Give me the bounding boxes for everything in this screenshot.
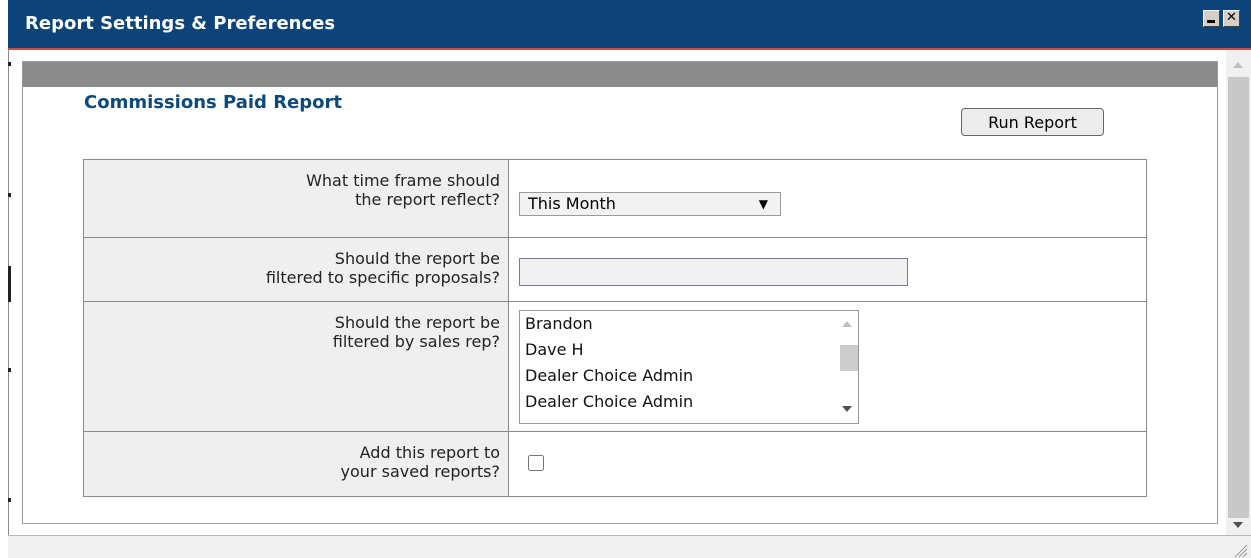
window-title-bar: Report Settings & Preferences ✕ — [8, 0, 1251, 48]
form-row-proposals: Should the report be filtered to specifi… — [83, 237, 1147, 302]
scroll-down-arrow-icon[interactable] — [842, 406, 852, 412]
edge-mark — [8, 193, 11, 197]
sales-rep-option[interactable]: Dave H — [520, 337, 858, 363]
window-status-bar — [8, 535, 1251, 558]
window-left-border — [8, 50, 9, 558]
edge-mark — [8, 498, 11, 502]
proposals-label: Should the report be filtered to specifi… — [265, 249, 500, 287]
sales-rep-label-cell: Should the report be filtered by sales r… — [83, 301, 509, 432]
sales-rep-option[interactable]: Dealer Choice Admin — [520, 389, 858, 415]
form-row-sales-rep: Should the report be filtered by sales r… — [83, 301, 1147, 432]
edge-mark — [8, 62, 11, 66]
sales-rep-label: Should the report be filtered by sales r… — [332, 313, 500, 351]
window-scrollbar[interactable] — [1226, 50, 1251, 535]
close-icon[interactable]: ✕ — [1223, 10, 1240, 27]
proposals-control-cell — [508, 237, 1147, 302]
save-label-cell: Add this report to your saved reports? — [83, 431, 509, 497]
form-row-save: Add this report to your saved reports? — [83, 431, 1147, 497]
scroll-up-arrow-icon[interactable] — [1233, 62, 1243, 68]
title-accent-line — [8, 48, 1251, 50]
save-report-checkbox[interactable] — [528, 455, 544, 471]
proposals-filter-input[interactable] — [519, 258, 908, 286]
time-frame-label: What time frame should the report reflec… — [306, 171, 500, 209]
run-report-button[interactable]: Run Report — [961, 108, 1104, 136]
save-control-cell — [508, 431, 1147, 497]
report-title: Commissions Paid Report — [84, 92, 342, 113]
edge-mark — [8, 368, 11, 372]
listbox-scrollbar[interactable] — [836, 311, 858, 423]
resize-grip-icon[interactable] — [1230, 540, 1248, 558]
scroll-down-arrow-icon[interactable] — [1233, 522, 1243, 528]
panel-header-bar — [23, 62, 1217, 87]
sales-rep-control-cell: Brandon Dave H Dealer Choice Admin Deale… — [508, 301, 1147, 432]
save-report-label: Add this report to your saved reports? — [340, 443, 500, 481]
time-frame-selected-value: This Month — [528, 194, 616, 213]
sales-rep-option[interactable]: Brandon — [520, 311, 858, 337]
edge-mark — [8, 266, 11, 302]
report-options-table: What time frame should the report reflec… — [83, 159, 1147, 497]
window-scroll-thumb[interactable] — [1228, 77, 1249, 518]
time-frame-control-cell: This Month ▼ — [508, 159, 1147, 238]
time-frame-select[interactable]: This Month ▼ — [519, 192, 781, 216]
sales-rep-listbox[interactable]: Brandon Dave H Dealer Choice Admin Deale… — [519, 310, 859, 424]
proposals-label-cell: Should the report be filtered to specifi… — [83, 237, 509, 302]
form-row-time-frame: What time frame should the report reflec… — [83, 159, 1147, 238]
listbox-scroll-thumb[interactable] — [840, 345, 858, 371]
scroll-up-arrow-icon[interactable] — [842, 321, 852, 327]
time-frame-label-cell: What time frame should the report reflec… — [83, 159, 509, 238]
dropdown-arrow-icon: ▼ — [758, 197, 768, 211]
sales-rep-option[interactable]: Dealer Choice Admin — [520, 363, 858, 389]
minimize-icon[interactable] — [1203, 10, 1220, 27]
window-title: Report Settings & Preferences — [25, 13, 336, 34]
